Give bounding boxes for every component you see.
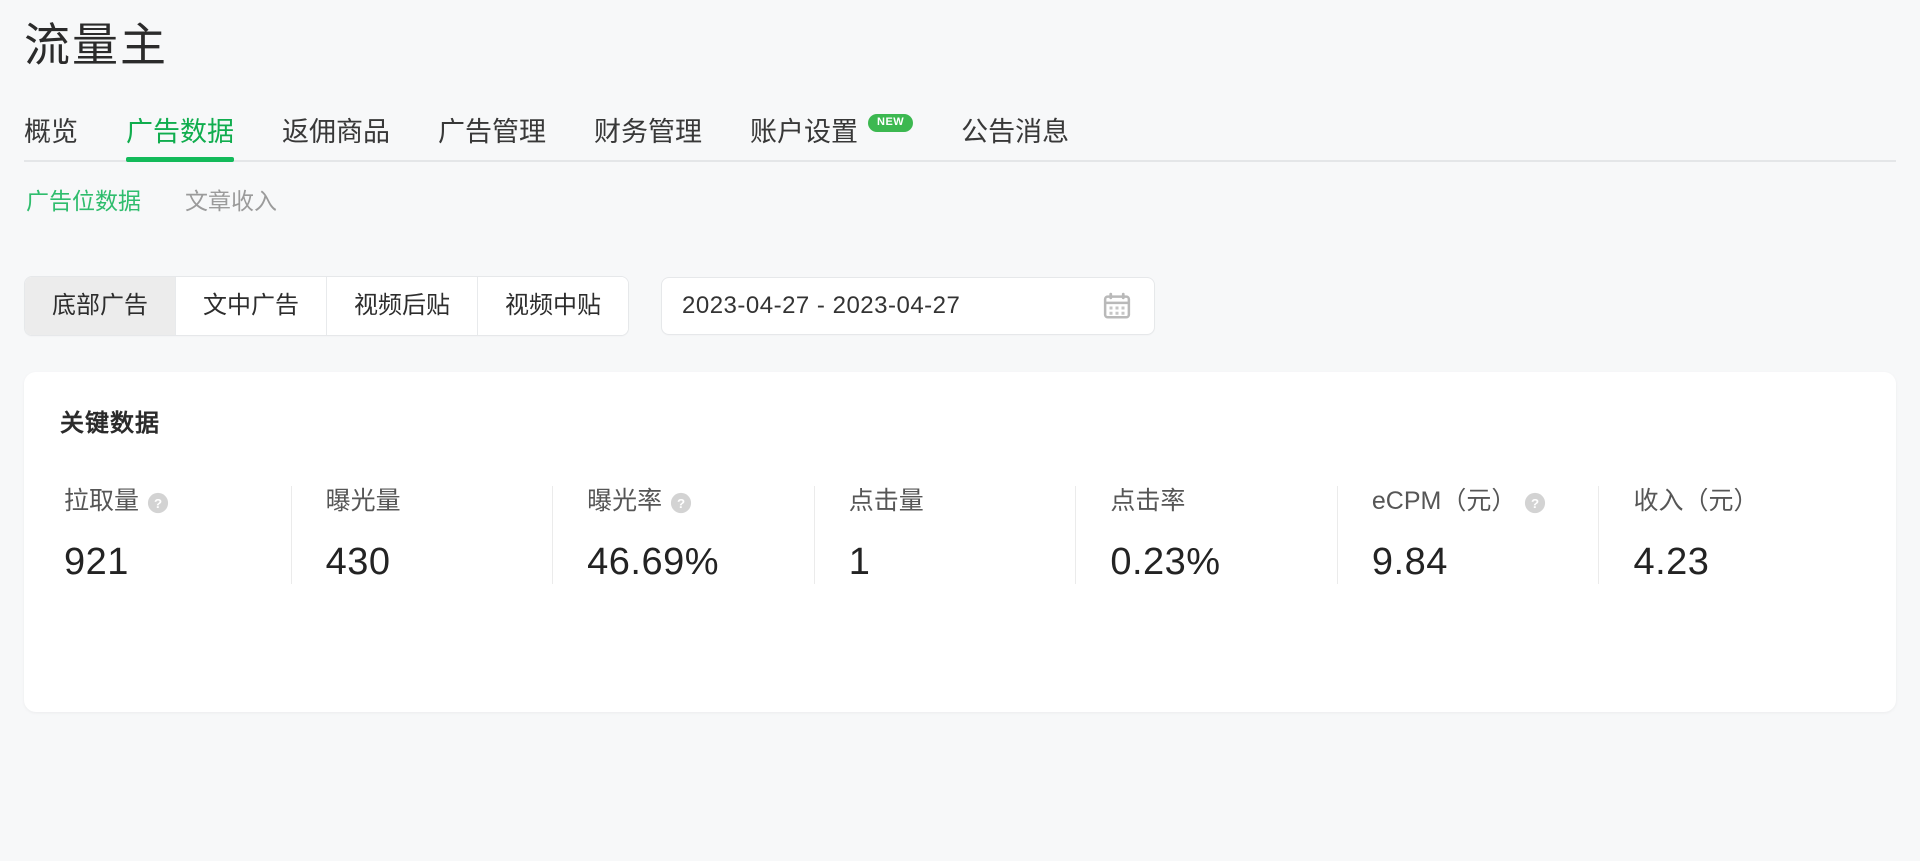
metric-label: 点击量 [848, 487, 924, 516]
tab-0[interactable]: 概览 [24, 119, 102, 160]
tab-5[interactable]: 账户设置 NEW [726, 113, 937, 160]
metric-label-wrap: 曝光率? [587, 486, 692, 516]
metric-5: eCPM（元）? 9.84 [1336, 486, 1599, 585]
metric-label: 曝光量 [325, 487, 401, 516]
date-range-text: 2023-04-27 - 2023-04-27 [682, 291, 961, 319]
tab-6[interactable]: 公告消息 [937, 119, 1093, 160]
tab-4[interactable]: 财务管理 [570, 119, 726, 160]
metric-label: 拉取量 [64, 487, 140, 516]
date-range-picker[interactable]: 2023-04-27 - 2023-04-27 [661, 276, 1155, 335]
filters-row: 底部广告 文中广告 视频后贴 视频中贴 2023-04-27 - 2023-04-27 [24, 275, 1896, 336]
metric-label: eCPM（元） [1371, 487, 1517, 516]
metric-label-wrap: eCPM（元）? [1372, 486, 1546, 516]
tab-label: 财务管理 [594, 117, 702, 148]
segment-button-2[interactable]: 视频后贴 [327, 276, 478, 335]
tab-label: 公告消息 [961, 117, 1070, 148]
svg-text:?: ? [677, 496, 685, 511]
metric-label: 曝光率 [587, 487, 663, 516]
metric-6: 收入（元） 4.23 [1598, 486, 1860, 585]
help-icon[interactable]: ? [147, 491, 169, 514]
main-tab-bar: 概览 广告数据 返佣商品 广告管理 财务管理 账户设置 NEW 公告消息 [24, 100, 1896, 163]
svg-text:?: ? [154, 496, 162, 511]
tab-1[interactable]: 广告数据 [102, 117, 258, 163]
page-title: 流量主 [24, 19, 168, 71]
metric-0: 拉取量? 921 [60, 486, 291, 584]
segment-button-3[interactable]: 视频中贴 [478, 276, 628, 335]
metric-2: 曝光率? 46.69% [552, 486, 814, 585]
metric-value: 0.23% [1110, 541, 1221, 584]
segment-button-0[interactable]: 底部广告 [25, 276, 176, 335]
new-badge: NEW [868, 113, 914, 132]
metric-3: 点击量 1 [813, 486, 1076, 585]
help-icon[interactable]: ? [1524, 491, 1546, 514]
subtab-1[interactable]: 文章收入 [185, 188, 277, 216]
calendar-icon[interactable] [1102, 291, 1132, 321]
tab-label: 广告管理 [438, 117, 546, 148]
segment-button-1[interactable]: 文中广告 [176, 276, 327, 335]
metric-label: 点击率 [1110, 487, 1186, 516]
metric-4: 点击率 0.23% [1075, 486, 1337, 585]
subtab-0[interactable]: 广告位数据 [26, 188, 141, 216]
metric-value: 9.84 [1371, 541, 1448, 584]
metric-value: 46.69% [587, 541, 720, 584]
svg-text:?: ? [1531, 496, 1539, 511]
metric-value: 1 [848, 541, 871, 584]
card-title: 关键数据 [60, 409, 160, 437]
sub-tab-bar: 广告位数据 文章收入 [24, 188, 1896, 216]
ad-slot-segmented-control[interactable]: 底部广告 文中广告 视频后贴 视频中贴 [24, 275, 629, 336]
metric-label-wrap: 曝光量 [326, 486, 401, 516]
tab-label: 返佣商品 [282, 117, 390, 148]
help-icon[interactable]: ? [670, 491, 692, 514]
metric-label-wrap: 点击量 [849, 486, 924, 516]
metric-label-wrap: 收入（元） [1633, 486, 1758, 516]
tab-label: 概览 [24, 117, 78, 148]
tab-2[interactable]: 返佣商品 [258, 119, 414, 160]
tab-label: 广告数据 [126, 117, 234, 148]
flow-master-page: 流量主 概览 广告数据 返佣商品 广告管理 财务管理 账户设置 NEW 公告消息 广告位数据文… [0, 0, 1920, 861]
metric-value: 4.23 [1633, 541, 1710, 584]
metric-value: 430 [325, 541, 391, 584]
metrics-row: 拉取量? 921 曝光量 430 曝光率? 46.69% 点击量 1 点击率 0.23% eCPM（… [60, 486, 1860, 585]
tab-label: 账户设置 [750, 117, 858, 148]
key-data-card: 关键数据 拉取量? 921 曝光量 430 曝光率? 46.69% 点击量 1 点击率 0.23%… [24, 371, 1896, 712]
metric-1: 曝光量 430 [290, 486, 553, 585]
tab-3[interactable]: 广告管理 [414, 119, 570, 160]
metric-value: 921 [64, 541, 129, 584]
metric-label-wrap: 点击率 [1110, 486, 1185, 516]
metric-label: 收入（元） [1633, 487, 1759, 516]
metric-label-wrap: 拉取量? [64, 486, 169, 516]
